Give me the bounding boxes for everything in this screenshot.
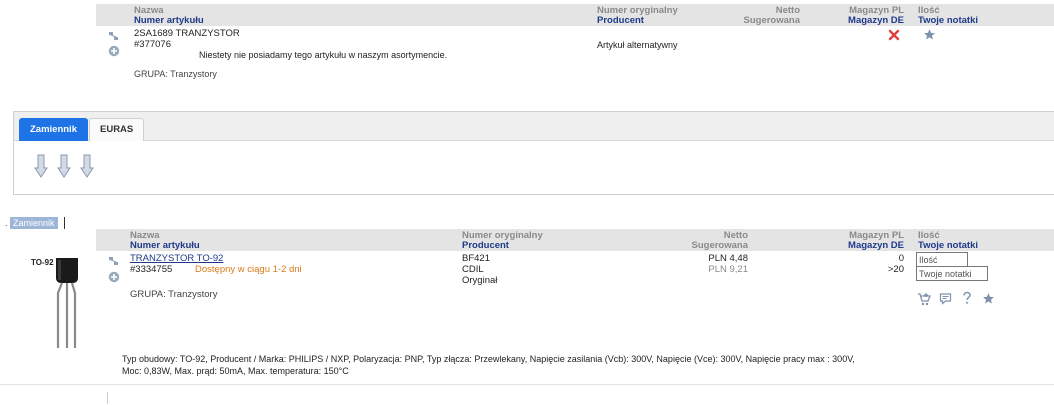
item2-stock-pl: 0 (898, 253, 904, 264)
item2-orig-number: BF421 (462, 253, 490, 264)
item1-alternative-label: Artykuł alternatywny (597, 40, 678, 50)
down-arrow-icon (57, 154, 71, 178)
section-label-zamiennik: Zamiennik (10, 217, 58, 229)
col-producer-header: Producent (597, 15, 644, 26)
item2-price-suggested: PLN 9,21 (708, 264, 748, 275)
item2-producer: CDIL (462, 264, 484, 275)
col-producer-header: Producent (462, 240, 509, 251)
item2-price-netto: PLN 4,48 (708, 253, 748, 264)
table-header-2 (96, 229, 1054, 251)
col-notes-header: Twoje notatki (918, 15, 978, 26)
compare-icon[interactable] (108, 30, 120, 42)
item2-group: GRUPA: Tranzystory (130, 289, 218, 300)
item2-original: Oryginał (462, 275, 498, 286)
item2-article: #3334755 (130, 264, 173, 275)
transistor-product-image[interactable] (50, 256, 84, 350)
bottom-divider (107, 392, 108, 404)
replacement-tabs-panel: Zamiennik EURAS (13, 111, 1054, 195)
item2-name-link[interactable]: TRANZYSTOR TO-92 (130, 253, 223, 264)
item2-spec-line-2: Moc: 0,83W, Max. prąd: 50mA, Max. temper… (122, 366, 349, 376)
section-label-edge (64, 217, 65, 229)
tab-bar (14, 112, 1054, 141)
favorite-star-icon[interactable] (923, 28, 936, 41)
tab-euras[interactable]: EURAS (89, 118, 145, 141)
notes-input[interactable] (916, 266, 988, 281)
compare-icon[interactable] (108, 255, 120, 267)
add-to-cart-icon[interactable] (917, 292, 931, 306)
favorite-star-icon[interactable] (982, 292, 995, 305)
item1-not-available-text: Niestety nie posiadamy tego artykułu w n… (199, 50, 448, 60)
item1-name: 2SA1689 TRANZYSTOR (134, 28, 240, 39)
table-header-1 (96, 4, 1054, 26)
comment-icon[interactable] (939, 292, 952, 305)
help-question-icon[interactable] (961, 291, 973, 305)
col-stock-de-header: Magazyn DE (848, 15, 904, 26)
item1-article: #377076 (134, 39, 171, 50)
down-arrow-icon (80, 154, 94, 178)
row-separator (0, 384, 1054, 385)
col-notes-header: Twoje notatki (918, 240, 978, 251)
col-stock-de-header: Magazyn DE (848, 240, 904, 251)
col-article-header: Numer artykułu (134, 15, 204, 26)
expand-plus-icon[interactable] (108, 271, 120, 283)
col-article-header: Numer artykułu (130, 240, 200, 251)
item1-group: GRUPA: Tranzystory (134, 69, 217, 79)
tab-zamiennik[interactable]: Zamiennik (19, 118, 88, 141)
col-suggested-header: Sugerowana (743, 15, 801, 26)
item2-availability: Dostępny w ciągu 1-2 dni (195, 264, 302, 275)
down-arrow-icon (34, 154, 48, 178)
item2-stock-de: >20 (887, 264, 904, 275)
col-suggested-header: Sugerowana (691, 240, 749, 251)
remove-x-icon[interactable] (888, 29, 900, 41)
expand-plus-icon[interactable] (108, 45, 120, 57)
section-marker: . (5, 218, 8, 228)
item2-spec-line-1: Typ obudowy: TO-92, Producent / Marka: P… (122, 354, 855, 364)
quantity-input[interactable] (916, 252, 968, 267)
